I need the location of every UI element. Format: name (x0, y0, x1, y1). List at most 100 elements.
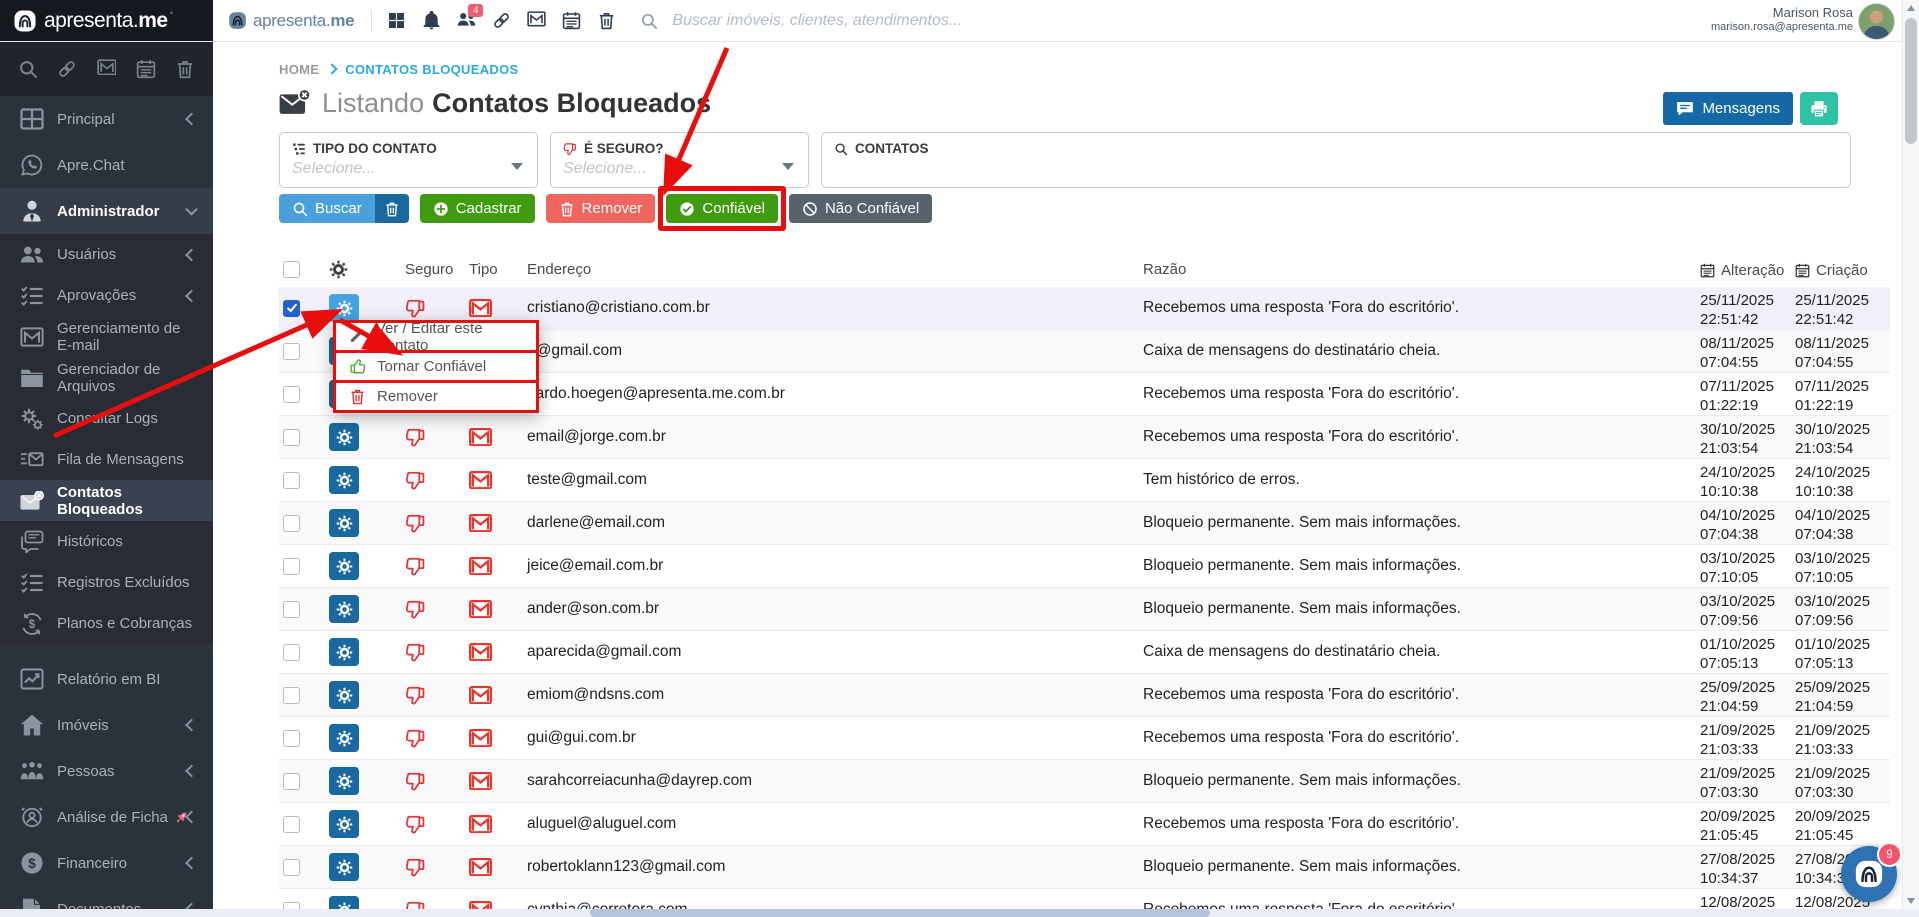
menu-item-ver-editar[interactable]: Ver / Editar este Contato (333, 320, 539, 353)
row-actions-gear-button[interactable] (329, 853, 359, 881)
cadastrar-button[interactable]: Cadastrar (420, 194, 535, 223)
caret-down-icon[interactable] (511, 163, 523, 170)
apps-grid-icon[interactable] (387, 11, 406, 30)
filter-tipo-contato[interactable]: TIPO DO CONTATO Selecione... (279, 132, 538, 188)
sidebar-item-apre-chat[interactable]: Apre.Chat (0, 142, 213, 188)
contatos-search-input[interactable] (834, 160, 1742, 179)
scroll-up-arrow-icon[interactable] (1907, 5, 1915, 11)
column-header-seguro[interactable]: Seguro (405, 261, 469, 278)
sidebar-item-pessoas[interactable]: Pessoas (0, 748, 213, 794)
sidebar-item-aprovacoes[interactable]: Aprovações (0, 275, 213, 316)
print-button[interactable] (1800, 92, 1838, 125)
sidebar-logo[interactable]: apresenta.me ° (0, 0, 213, 41)
sidebar-item-planos-e-cobrancas[interactable]: $Planos e Cobranças (0, 603, 213, 644)
sidebar-item-historicos[interactable]: Históricos (0, 521, 213, 562)
row-checkbox[interactable] (283, 343, 300, 360)
menu-item-tornar-confiavel[interactable]: Tornar Confiável (333, 350, 539, 383)
row-checkbox[interactable] (283, 601, 300, 618)
breadcrumb-current[interactable]: CONTATOS BLOQUEADOS (345, 62, 518, 77)
row-checkbox[interactable] (283, 429, 300, 446)
users-icon[interactable]: 4 (457, 11, 476, 30)
row-checkbox[interactable] (283, 816, 300, 833)
confiavel-button[interactable]: Confiável (666, 194, 778, 223)
calendar-icon[interactable] (562, 11, 581, 30)
sidebar-item-usuarios[interactable]: Usuários (0, 234, 213, 275)
sidebar-item-financeiro[interactable]: $Financeiro (0, 840, 213, 886)
filter-contatos[interactable]: CONTATOS (821, 132, 1851, 188)
calendar-icon[interactable] (136, 59, 156, 79)
row-checkbox[interactable] (283, 773, 300, 790)
sidebar-item-gerenciador-de-arquivos[interactable]: Gerenciador de Arquivos (0, 357, 213, 398)
sidebar-item-gerenciamento-de-e-mail[interactable]: Gerenciamento de E-mail (0, 316, 213, 357)
row-actions-gear-button[interactable] (329, 595, 359, 623)
user-avatar[interactable] (1858, 3, 1895, 40)
row-actions-gear-button[interactable] (329, 767, 359, 795)
sidebar-item-principal[interactable]: Principal (0, 96, 213, 142)
row-checkbox[interactable] (283, 687, 300, 704)
bell-icon[interactable] (422, 11, 441, 30)
row-checkbox[interactable] (283, 386, 300, 403)
mail-icon[interactable] (97, 59, 117, 79)
sidebar-item-administrador[interactable]: Administrador (0, 188, 213, 234)
user-email: marison.rosa@apresenta.me (1711, 20, 1853, 35)
svg-text:$: $ (28, 856, 36, 871)
column-header-endereco[interactable]: Endereço (523, 261, 1143, 278)
row-checkbox[interactable] (283, 515, 300, 532)
row-checkbox[interactable] (283, 300, 300, 317)
link-icon[interactable] (492, 11, 511, 30)
column-header-razao[interactable]: Razão (1143, 261, 1700, 278)
sidebar-item-imoveis[interactable]: Imóveis (0, 702, 213, 748)
menu-item-remover[interactable]: Remover (333, 380, 539, 413)
scroll-down-arrow-icon[interactable] (1907, 898, 1915, 904)
row-actions-gear-button[interactable] (329, 638, 359, 666)
column-header-criacao[interactable]: Criação (1795, 258, 1890, 280)
sidebar-item-fila-de-mensagens[interactable]: Fila de Mensagens (0, 439, 213, 480)
row-checkbox[interactable] (283, 472, 300, 489)
sidebar-item-relatorio-em-bi[interactable]: Relatório em BI (0, 656, 213, 702)
row-actions-gear-button[interactable] (329, 896, 359, 909)
sidebar-item-contatos-bloqueados[interactable]: Contatos Bloqueados (0, 480, 213, 521)
vertical-scrollbar-thumb[interactable] (1905, 18, 1917, 144)
sidebar-item-documentos[interactable]: Documentos (0, 886, 213, 909)
floating-chat-button[interactable]: 9 (1841, 846, 1897, 902)
row-actions-gear-button[interactable] (329, 724, 359, 752)
caret-down-icon[interactable] (782, 163, 794, 170)
row-alteracao: 03/10/202507:10:05 (1700, 546, 1795, 587)
column-header-tipo[interactable]: Tipo (469, 261, 523, 278)
filter-e-seguro[interactable]: É SEGURO? Selecione... (550, 132, 809, 188)
mail-icon[interactable] (527, 11, 546, 30)
nao-confiavel-button[interactable]: Não Confiável (789, 194, 932, 223)
sidebar-item-consultar-logs[interactable]: Consultar Logs (0, 398, 213, 439)
row-actions-gear-button[interactable] (329, 294, 359, 322)
horizontal-scrollbar[interactable] (0, 909, 1919, 917)
buscar-button[interactable]: Buscar (279, 194, 375, 223)
row-actions-gear-button[interactable] (329, 466, 359, 494)
row-checkbox[interactable] (283, 730, 300, 747)
link-icon[interactable] (57, 59, 77, 79)
clear-search-button[interactable] (375, 194, 409, 223)
trash-icon[interactable] (175, 59, 195, 79)
row-actions-gear-button[interactable] (329, 423, 359, 451)
user-info[interactable]: Marison Rosa marison.rosa@apresenta.me (1711, 5, 1853, 35)
sidebar-item-analise-de-ficha[interactable]: Análise de Ficha (0, 794, 213, 840)
search-icon[interactable] (18, 59, 38, 79)
breadcrumb-home[interactable]: HOME (279, 62, 319, 77)
row-checkbox[interactable] (283, 558, 300, 575)
global-search-input[interactable] (670, 11, 1104, 31)
remover-button[interactable]: Remover (546, 194, 656, 223)
topbar-logo[interactable]: apresenta.me (228, 11, 354, 31)
horizontal-scrollbar-thumb[interactable] (590, 909, 1210, 917)
row-actions-gear-button[interactable] (329, 509, 359, 537)
vertical-scrollbar[interactable] (1902, 0, 1919, 909)
messages-button[interactable]: Mensagens (1663, 92, 1793, 125)
trash-icon[interactable] (597, 11, 616, 30)
row-actions-gear-button[interactable] (329, 810, 359, 838)
row-checkbox[interactable] (283, 859, 300, 876)
row-checkbox[interactable] (283, 902, 300, 910)
row-checkbox[interactable] (283, 644, 300, 661)
row-actions-gear-button[interactable] (329, 681, 359, 709)
select-all-checkbox[interactable] (283, 261, 300, 278)
sidebar-item-registros-excluidos[interactable]: Registros Excluídos (0, 562, 213, 603)
column-header-alteracao[interactable]: Alteração (1700, 258, 1795, 280)
row-actions-gear-button[interactable] (329, 552, 359, 580)
